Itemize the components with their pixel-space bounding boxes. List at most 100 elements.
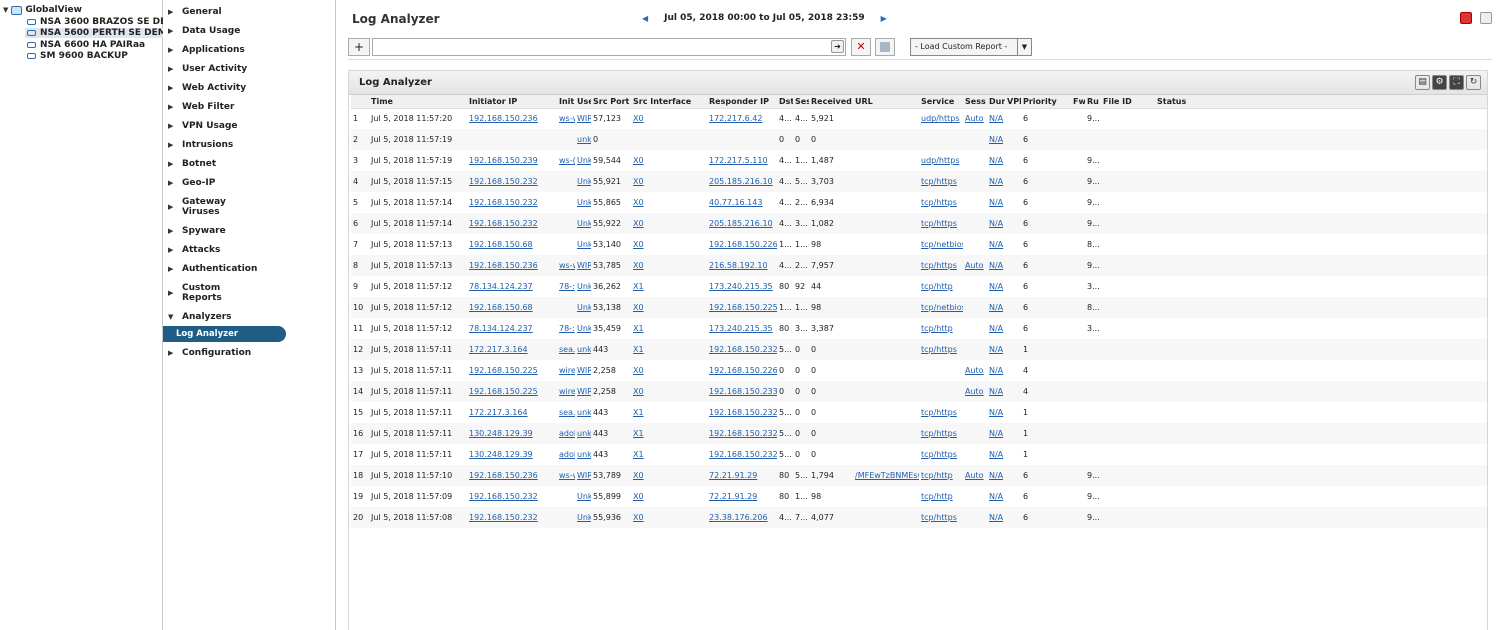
table-cell[interactable]: N/A <box>987 276 1005 297</box>
table-cell[interactable]: X0 <box>631 465 707 486</box>
table-cell[interactable]: N/A <box>987 234 1005 255</box>
nav-general[interactable]: ▶ General <box>168 7 222 17</box>
table-cell[interactable]: tcp/netbios <box>919 234 963 255</box>
table-row[interactable]: 5 Jul 5, 2018 11:57:14 192.168.150.232 Unkr… <box>351 192 1487 213</box>
table-cell[interactable]: Auto <box>963 255 987 276</box>
table-cell[interactable]: wire <box>557 360 575 381</box>
nav-spyware[interactable]: ▶ Spyware <box>168 226 226 236</box>
column-header[interactable]: Time <box>369 95 467 109</box>
table-cell[interactable]: WIR <box>575 381 591 402</box>
table-cell[interactable]: 192.168.150.232 <box>467 507 557 528</box>
table-cell[interactable]: /MFEwTzBNMEsw <box>853 465 919 486</box>
table-cell[interactable]: N/A <box>987 381 1005 402</box>
save-icon[interactable] <box>875 38 895 56</box>
prev-date-icon[interactable]: ◀ <box>642 14 648 23</box>
table-cell[interactable]: tcp/http <box>919 276 963 297</box>
table-cell[interactable]: 192.168.150.226 <box>707 360 777 381</box>
table-row[interactable]: 3 Jul 5, 2018 11:57:19 192.168.150.239 ws-(… <box>351 150 1487 171</box>
table-cell[interactable]: 173.240.215.35 <box>707 276 777 297</box>
table-row[interactable]: 15 Jul 5, 2018 11:57:11 172.217.3.164 sea. u… <box>351 402 1487 423</box>
table-cell[interactable]: X0 <box>631 360 707 381</box>
table-row[interactable]: 7 Jul 5, 2018 11:57:13 192.168.150.68 Unkr5… <box>351 234 1487 255</box>
table-cell[interactable]: 192.168.150.225 <box>707 297 777 318</box>
table-cell[interactable]: Unkr <box>575 276 591 297</box>
table-cell[interactable]: 192.168.150.232 <box>707 402 777 423</box>
table-cell[interactable]: 205.185.216.10 <box>707 213 777 234</box>
refresh-icon[interactable]: ↻ <box>1466 75 1481 90</box>
table-cell[interactable]: X1 <box>631 318 707 339</box>
table-cell[interactable]: 192.168.150.232 <box>707 444 777 465</box>
table-cell[interactable]: 40.77.16.143 <box>707 192 777 213</box>
table-cell[interactable]: tcp/https <box>919 171 963 192</box>
filter-input[interactable] <box>372 38 846 56</box>
table-cell[interactable]: 192.168.150.232 <box>467 192 557 213</box>
table-cell[interactable]: X0 <box>631 507 707 528</box>
table-cell[interactable]: 72.21.91.29 <box>707 486 777 507</box>
table-cell[interactable]: 78.134.124.237 <box>467 276 557 297</box>
table-cell[interactable]: wire <box>557 381 575 402</box>
table-cell[interactable]: 192.168.150.232 <box>467 486 557 507</box>
table-cell[interactable]: ws-w <box>557 108 575 129</box>
table-row[interactable]: 1 Jul 5, 2018 11:57:20 192.168.150.236 ws-w… <box>351 108 1487 129</box>
table-cell[interactable]: tcp/https <box>919 402 963 423</box>
table-cell[interactable]: tcp/https <box>919 255 963 276</box>
table-cell[interactable]: N/A <box>987 108 1005 129</box>
table-cell[interactable]: ws-( <box>557 150 575 171</box>
table-cell[interactable]: WIR <box>575 108 591 129</box>
table-cell[interactable]: N/A <box>987 192 1005 213</box>
nav-analyzers[interactable]: ▼ Analyzers <box>168 312 232 322</box>
table-cell[interactable]: tcp/http <box>919 318 963 339</box>
table-cell[interactable]: tcp/https <box>919 423 963 444</box>
table-row[interactable]: 10 Jul 5, 2018 11:57:12 192.168.150.68 Unkr… <box>351 297 1487 318</box>
table-cell[interactable]: N/A <box>987 213 1005 234</box>
table-cell[interactable]: tcp/netbios <box>919 297 963 318</box>
table-row[interactable]: 16 Jul 5, 2018 11:57:11 130.248.129.39 adol… <box>351 423 1487 444</box>
table-cell[interactable]: X0 <box>631 171 707 192</box>
table-cell[interactable]: 78-: <box>557 276 575 297</box>
table-cell[interactable]: 72.21.91.29 <box>707 465 777 486</box>
gear-icon[interactable]: ⚙ <box>1432 75 1447 90</box>
column-header[interactable]: User <box>575 95 591 109</box>
nav-vpn-usage[interactable]: ▶ VPN Usage <box>168 121 238 131</box>
table-cell[interactable]: 23.38.176.206 <box>707 507 777 528</box>
table-cell[interactable]: tcp/https <box>919 339 963 360</box>
table-cell[interactable]: 192.168.150.239 <box>467 150 557 171</box>
tree-device-2[interactable]: NSA 6600 HA PAIRaa <box>25 40 147 50</box>
table-cell[interactable]: unkr <box>575 129 591 150</box>
columns-icon[interactable]: ▤ <box>1415 75 1430 90</box>
column-header[interactable]: Sess <box>963 95 987 109</box>
tree-device-1[interactable]: NSA 5600 PERTH SE DEMO <box>25 28 177 38</box>
table-cell[interactable]: ws-w <box>557 465 575 486</box>
column-header[interactable]: Responder IP <box>707 95 777 109</box>
column-header[interactable]: Initiator IP <box>467 95 557 109</box>
table-cell[interactable]: 78-: <box>557 318 575 339</box>
column-header[interactable]: Ru <box>1085 95 1101 109</box>
table-cell[interactable]: Auto <box>963 381 987 402</box>
table-row[interactable]: 2Jul 5, 2018 11:57:19unkr0000N/A6 <box>351 129 1487 150</box>
table-cell[interactable]: sea. <box>557 339 575 360</box>
table-cell[interactable]: tcp/https <box>919 192 963 213</box>
table-cell[interactable]: 172.217.3.164 <box>467 339 557 360</box>
pdf-export-icon[interactable] <box>1460 12 1472 24</box>
table-row[interactable]: 12 Jul 5, 2018 11:57:11 172.217.3.164 sea. u… <box>351 339 1487 360</box>
table-cell[interactable]: Unkr <box>575 318 591 339</box>
next-date-icon[interactable]: ▶ <box>881 14 887 23</box>
table-cell[interactable]: 216.58.192.10 <box>707 255 777 276</box>
table-cell[interactable]: tcp/http <box>919 465 963 486</box>
table-cell[interactable]: X0 <box>631 108 707 129</box>
nav-data-usage[interactable]: ▶ Data Usage <box>168 26 240 36</box>
table-cell[interactable]: WIR <box>575 255 591 276</box>
table-cell[interactable]: 192.168.150.236 <box>467 465 557 486</box>
column-header[interactable]: Src Interface <box>631 95 707 109</box>
custom-report-select[interactable]: - Load Custom Report - <box>910 38 1018 56</box>
table-cell[interactable]: 78.134.124.237 <box>467 318 557 339</box>
table-cell[interactable]: unkr <box>575 444 591 465</box>
table-cell[interactable]: 192.168.150.236 <box>467 108 557 129</box>
nav-attacks[interactable]: ▶ Attacks <box>168 245 220 255</box>
table-cell[interactable]: unkr <box>575 402 591 423</box>
table-cell[interactable]: tcp/https <box>919 507 963 528</box>
column-header[interactable]: Dur <box>987 95 1005 109</box>
column-header[interactable]: Service <box>919 95 963 109</box>
column-header[interactable]: Init <box>557 95 575 109</box>
table-cell[interactable]: unkr <box>575 339 591 360</box>
